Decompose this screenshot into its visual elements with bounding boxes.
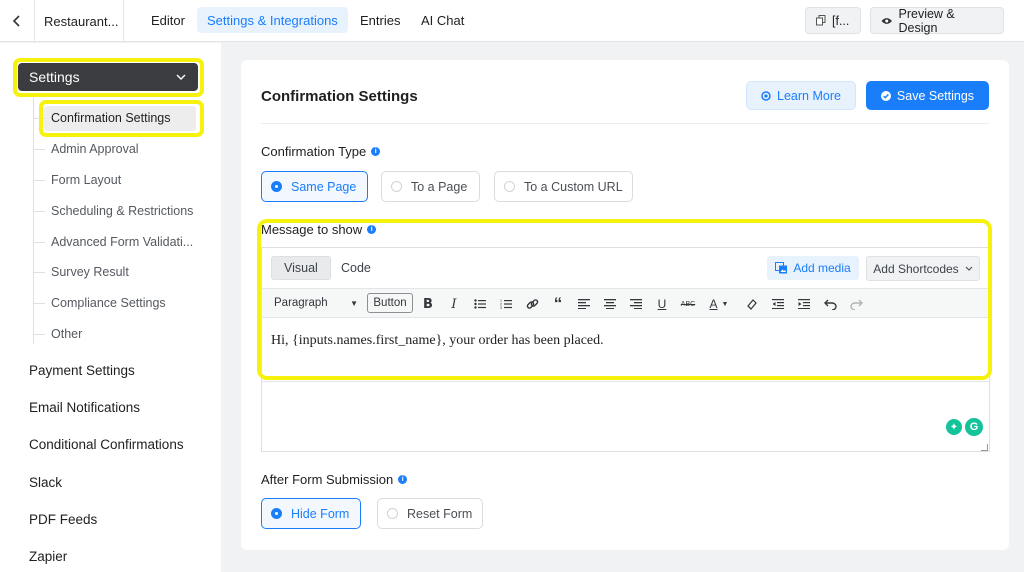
back-chevron-icon[interactable] (0, 0, 34, 42)
radio-to-a-page[interactable]: To a Page (381, 171, 480, 202)
radio-label: To a Custom URL (524, 179, 623, 194)
sidebar-item-label: Advanced Form Validati... (51, 235, 194, 249)
eye-icon (881, 17, 893, 24)
sidebar-item-pdf-feeds[interactable]: PDF Feeds (29, 512, 97, 527)
radio-label: Hide Form (291, 506, 350, 521)
info-icon[interactable]: i (398, 475, 408, 484)
sidebar-item-compliance[interactable]: Compliance Settings (33, 293, 166, 313)
confirmation-settings-card: Confirmation Settings Learn More Save Se… (241, 60, 1009, 550)
grammarly-widget[interactable]: ✦ G (946, 416, 988, 438)
learn-more-button[interactable]: Learn More (746, 81, 856, 110)
sidebar-item-label: Admin Approval (51, 142, 139, 156)
radio-label: To a Page (411, 179, 468, 194)
play-circle-icon (761, 90, 771, 101)
highlight-confirmation-settings (39, 100, 204, 137)
check-circle-icon (880, 90, 891, 101)
sidebar-item-scheduling[interactable]: Scheduling & Restrictions (33, 201, 194, 221)
save-settings-button[interactable]: Save Settings (866, 81, 989, 110)
top-bar: Restaurant... Editor Settings & Integrat… (0, 0, 1024, 42)
sidebar-item-other[interactable]: Other (33, 324, 83, 344)
editor-divider (262, 381, 989, 382)
sidebar-item-form-layout[interactable]: Form Layout (33, 170, 122, 190)
page-title: Confirmation Settings (261, 88, 418, 105)
radio-dot (271, 181, 282, 192)
tree-line (33, 98, 34, 344)
copy-shortcode-button[interactable]: [f... (805, 7, 861, 34)
after-submission-label: After Form Submission i (261, 472, 408, 487)
sidebar-item-zapier[interactable]: Zapier (29, 549, 67, 564)
label-text: After Form Submission (261, 472, 394, 487)
confirmation-type-label: Confirmation Type i (261, 144, 381, 159)
form-name[interactable]: Restaurant... (34, 0, 124, 42)
sidebar-item-survey-result[interactable]: Survey Result (33, 262, 129, 282)
lightbulb-icon[interactable]: ✦ (946, 419, 962, 435)
label-text: Confirmation Type (261, 144, 367, 159)
sidebar-item-label: Compliance Settings (51, 296, 166, 310)
sidebar-item-label: Other (51, 327, 83, 341)
sidebar-item-slack[interactable]: Slack (29, 475, 62, 490)
preview-label: Preview & Design (898, 6, 955, 35)
highlight-settings (13, 58, 204, 97)
resize-handle-icon[interactable] (981, 444, 988, 451)
radio-reset-form[interactable]: Reset Form (377, 498, 483, 529)
sidebar: Settings Confirmation Settings Admin App… (0, 43, 221, 572)
sidebar-item-conditional-confirmations[interactable]: Conditional Confirmations (29, 437, 184, 452)
header-divider (261, 123, 989, 124)
radio-label: Same Page (291, 179, 357, 194)
radio-dot (271, 508, 282, 519)
shortcode-label: [f... (832, 13, 850, 28)
preview-design-button[interactable]: Preview & Design (870, 6, 1004, 35)
sidebar-item-payment-settings[interactable]: Payment Settings (29, 363, 135, 378)
sidebar-item-advanced-validation[interactable]: Advanced Form Validati... (33, 232, 194, 252)
radio-dot (387, 508, 398, 519)
tab-editor[interactable]: Editor (141, 7, 195, 33)
radio-dot (391, 181, 402, 192)
radio-label: Reset Form (407, 506, 473, 521)
radio-hide-form[interactable]: Hide Form (261, 498, 361, 529)
radio-custom-url[interactable]: To a Custom URL (494, 171, 633, 202)
save-settings-label: Save Settings (896, 88, 975, 103)
tab-ai-chat[interactable]: AI Chat (411, 7, 474, 33)
grammarly-icon[interactable]: G (965, 418, 983, 436)
sidebar-item-admin-approval[interactable]: Admin Approval (33, 139, 139, 159)
sidebar-item-email-notifications[interactable]: Email Notifications (29, 400, 140, 415)
tab-entries[interactable]: Entries (350, 7, 410, 33)
radio-dot (504, 181, 515, 192)
copy-icon (816, 15, 826, 26)
info-icon[interactable]: i (371, 147, 381, 156)
highlight-message (257, 219, 992, 380)
tab-settings-integrations[interactable]: Settings & Integrations (197, 7, 348, 33)
radio-same-page[interactable]: Same Page (261, 171, 368, 202)
sidebar-item-label: Scheduling & Restrictions (51, 204, 194, 218)
sidebar-item-label: Form Layout (51, 173, 122, 187)
learn-more-label: Learn More (777, 88, 841, 103)
sidebar-item-label: Survey Result (51, 265, 129, 279)
